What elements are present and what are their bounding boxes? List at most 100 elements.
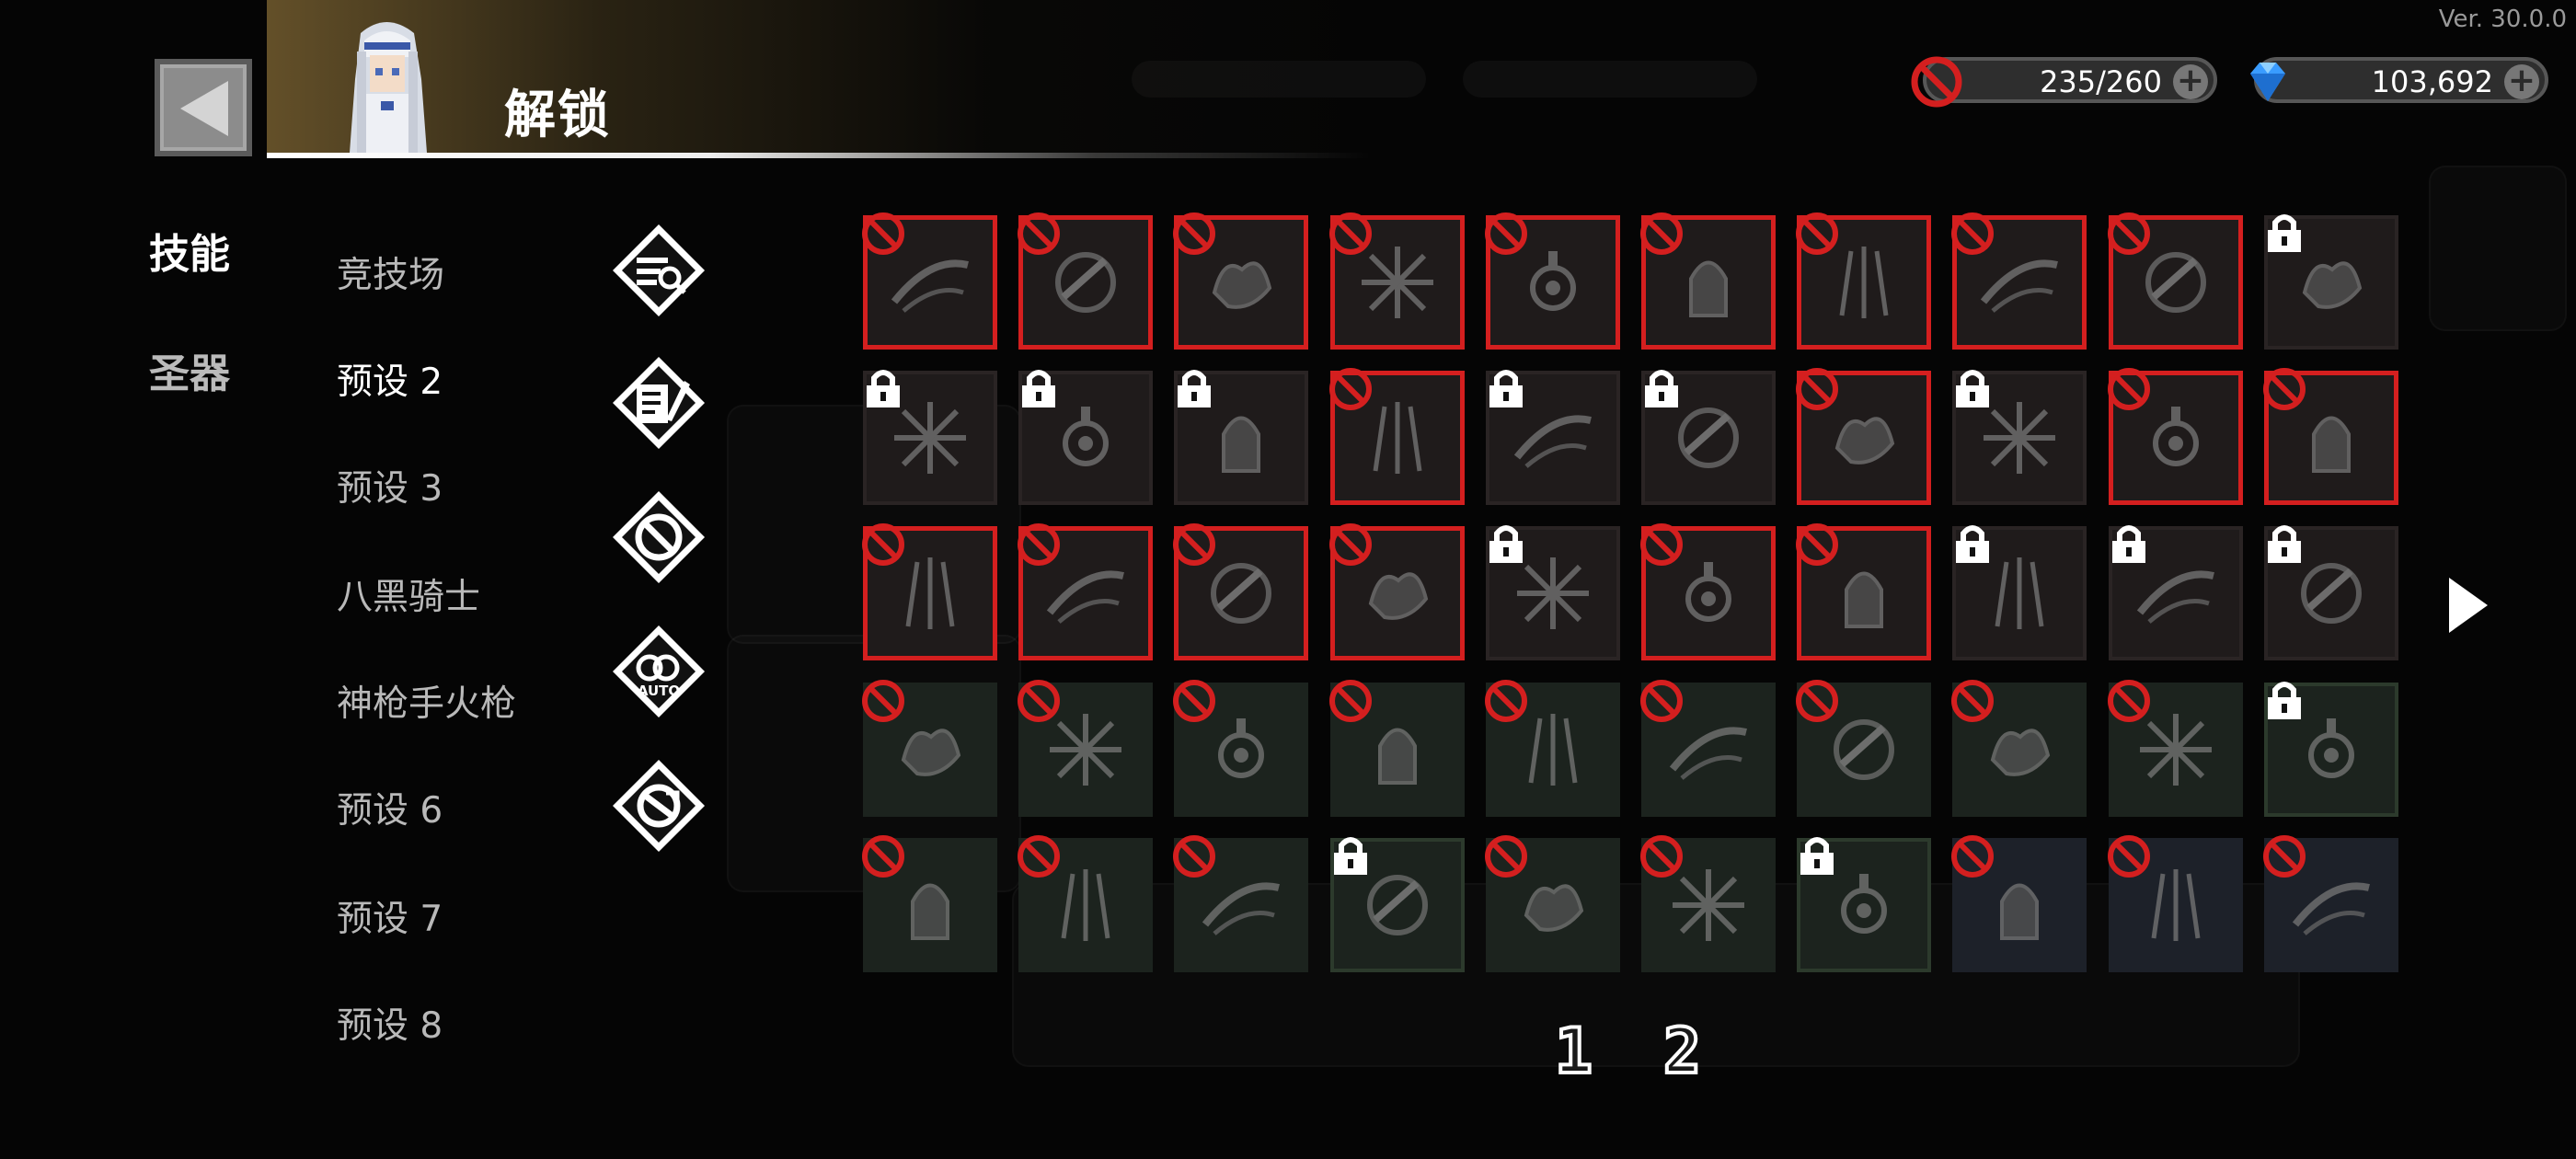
skill-slot[interactable] — [1640, 679, 1776, 817]
lock-icon — [867, 370, 900, 408]
ban-icon — [1951, 679, 1995, 722]
skill-slot[interactable] — [1952, 525, 2087, 661]
skill-slot[interactable] — [1173, 212, 1309, 350]
magnifier-shield-icon[interactable] — [609, 221, 708, 320]
ban-icon — [1796, 523, 1839, 567]
category-skills[interactable]: 技能 — [149, 221, 230, 280]
ban-icon — [862, 523, 904, 567]
preset-8[interactable]: 预设 8 — [337, 997, 443, 1049]
skill-slot[interactable] — [862, 523, 997, 661]
skill-slot[interactable] — [862, 212, 997, 350]
back-button[interactable] — [155, 59, 252, 156]
skill-slot[interactable] — [1018, 834, 1154, 972]
skill-slot[interactable] — [2107, 212, 2243, 350]
skill-slot[interactable] — [862, 679, 997, 817]
energy-value: 235/260 — [2040, 64, 2162, 99]
skill-slot[interactable] — [1328, 368, 1465, 506]
skill-slot[interactable] — [1640, 212, 1776, 350]
skill-slot[interactable] — [1485, 525, 1620, 661]
scroll-quill-icon[interactable] — [609, 353, 708, 453]
energy-plus-button[interactable]: + — [2173, 64, 2208, 99]
skill-slot[interactable] — [1796, 523, 1932, 661]
preset-gunner[interactable]: 神枪手火枪 — [337, 675, 516, 727]
skill-slot[interactable] — [1173, 834, 1309, 972]
skill-slot[interactable] — [1640, 834, 1776, 972]
auto-shield-icon[interactable]: AUTO — [609, 622, 708, 721]
preset-3[interactable]: 预设 3 — [337, 460, 443, 511]
skill-slot[interactable] — [1796, 212, 1932, 350]
ban-icon — [1951, 834, 1995, 878]
skill-slot[interactable] — [1328, 679, 1465, 817]
skill-slot[interactable] — [1797, 836, 1932, 972]
page-2-button[interactable]: 2 — [1662, 1014, 1703, 1090]
skill-slot[interactable] — [2262, 834, 2398, 972]
ban-icon — [1796, 368, 1839, 411]
skill-slot[interactable] — [1485, 370, 1620, 506]
skill-slot[interactable] — [2263, 525, 2398, 661]
ban-icon — [1328, 212, 1372, 255]
ban-icon — [1796, 212, 1839, 255]
skill-slot[interactable] — [1328, 212, 1465, 350]
skill-slot[interactable] — [1951, 212, 2087, 350]
skill-slot[interactable] — [1484, 834, 1620, 972]
ban-icon — [1640, 523, 1683, 567]
skill-slot[interactable] — [1173, 523, 1309, 661]
skill-slot[interactable] — [2107, 368, 2243, 506]
skill-slot[interactable] — [1174, 370, 1309, 506]
skill-slot[interactable] — [1018, 679, 1154, 817]
ban-icon — [2262, 368, 2306, 411]
skill-slot[interactable] — [1796, 679, 1932, 817]
skill-slot[interactable] — [1173, 679, 1309, 817]
skill-slot[interactable] — [1951, 834, 2087, 972]
skill-slot[interactable] — [1641, 370, 1776, 506]
ban-icon — [1484, 679, 1527, 722]
skill-slot[interactable] — [1640, 523, 1776, 661]
skill-slot[interactable] — [2262, 368, 2398, 506]
skill-slot[interactable] — [1484, 212, 1620, 350]
preset-black-knights[interactable]: 八黑骑士 — [337, 568, 480, 620]
skill-slot[interactable] — [863, 370, 997, 506]
skill-slot[interactable] — [1951, 679, 2087, 817]
ban-icon — [862, 212, 904, 255]
ban-icon — [1328, 368, 1372, 411]
ban-icon — [862, 679, 904, 722]
lock-icon — [1956, 525, 1990, 564]
diamond-icon — [2250, 63, 2285, 101]
cancel-shield-icon[interactable] — [609, 756, 708, 855]
preset-2[interactable]: 预设 2 — [337, 353, 443, 405]
page-1-button[interactable]: 1 — [1553, 1014, 1594, 1090]
skill-slot[interactable] — [2108, 525, 2243, 661]
lock-icon — [1022, 370, 1056, 408]
ban-icon — [1484, 834, 1527, 878]
lock-icon — [1800, 836, 1834, 875]
ghost-currency-2 — [1463, 61, 1757, 98]
version-label: Ver. 30.0.0 — [2438, 6, 2567, 33]
skill-slot[interactable] — [2263, 681, 2398, 817]
no-entry-shield-icon[interactable] — [609, 488, 708, 587]
gems-bar: 103,692 + — [2250, 57, 2548, 103]
lock-icon — [1333, 836, 1367, 875]
skill-slot[interactable] — [1018, 212, 1154, 350]
gems-plus-button[interactable]: + — [2504, 64, 2539, 99]
preset-7[interactable]: 预设 7 — [337, 890, 443, 942]
category-artifacts[interactable]: 圣器 — [149, 340, 230, 399]
skill-slot[interactable] — [1329, 836, 1465, 972]
skill-slot[interactable] — [1796, 368, 1932, 506]
skill-slot[interactable] — [862, 834, 997, 972]
skill-slot[interactable] — [2107, 834, 2243, 972]
skill-slot[interactable] — [1018, 370, 1154, 506]
preset-6[interactable]: 预设 6 — [337, 782, 443, 833]
gems-value: 103,692 — [2371, 64, 2493, 99]
ban-icon — [2107, 212, 2150, 255]
ban-icon — [1173, 523, 1216, 567]
skill-slot[interactable] — [1328, 523, 1465, 661]
skill-slot[interactable] — [1018, 523, 1154, 661]
preset-arena[interactable]: 竞技场 — [337, 247, 444, 298]
ban-icon — [1640, 834, 1683, 878]
skill-slot[interactable] — [2107, 679, 2243, 817]
next-page-arrow-icon[interactable] — [2449, 578, 2488, 633]
skill-slot[interactable] — [1952, 370, 2087, 506]
skill-slot[interactable] — [2263, 214, 2398, 350]
lock-icon — [1956, 370, 1990, 408]
skill-slot[interactable] — [1484, 679, 1620, 817]
